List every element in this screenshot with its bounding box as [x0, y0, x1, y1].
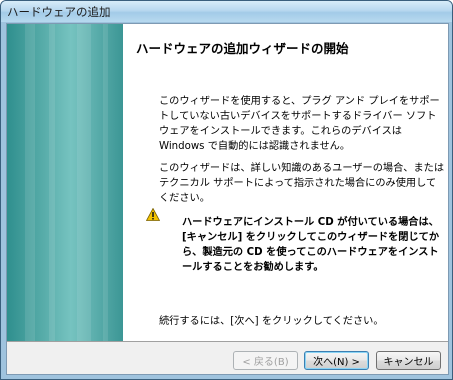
cd-install-warning: ハードウェアにインストール CD が付いている場合は、 [キャンセル] をクリッ… [182, 215, 442, 275]
continue-instruction: 続行するには、[次へ] をクリックしてください。 [159, 316, 384, 327]
next-button[interactable]: 次へ(N) > [304, 351, 369, 370]
wizard-content: ハードウェアの追加ウィザードの開始 このウィザードを使用すると、プラグ アンド … [123, 24, 448, 341]
warning-line: ハードウェアにインストール CD が付いている場合は、 [182, 217, 439, 228]
wizard-dialog: ハードウェアの追加ウィザードの開始 このウィザードを使用すると、プラグ アンド … [6, 23, 449, 375]
warning-line: ら、製造元の CD を使ってこのハードウェアをインスト [182, 247, 439, 258]
wizard-heading: ハードウェアの追加ウィザードの開始 [136, 41, 349, 56]
button-area-divider [7, 341, 448, 342]
wizard-side-banner [7, 24, 123, 341]
advanced-line: ください。 [159, 193, 210, 204]
intro-line: ウェアをインストールできます。これらのデバイスは [159, 126, 402, 137]
window-title: ハードウェアの追加 [7, 5, 111, 19]
title-bar[interactable]: ハードウェアの追加 [1, 1, 452, 22]
add-hardware-window: ハードウェアの追加 ハードウェアの追加ウィザードの開始 このウィザードを使用する… [0, 0, 453, 380]
cancel-button[interactable]: キャンセル [376, 351, 441, 370]
warning-line: [キャンセル] をクリックしてこのウィザードを閉じてか [182, 232, 440, 243]
warning-line: ールすることをお勧めします。 [182, 262, 324, 273]
warning-triangle-icon [146, 208, 160, 221]
intro-line: トしていない古いデバイスをサポートするドライバー ソフト [159, 111, 437, 122]
advanced-line: テクニカル サポートによって指示された場合にのみ使用して [159, 178, 437, 189]
advanced-line: このウィザードは、詳しい知識のあるユーザーの場合、または [159, 163, 445, 174]
advanced-user-paragraph: このウィザードは、詳しい知識のあるユーザーの場合、または テクニカル サポートに… [159, 161, 445, 206]
intro-paragraph: このウィザードを使用すると、プラグ アンド プレイをサポー トしていない古いデバ… [159, 94, 440, 154]
back-button[interactable]: < 戻る(B) [233, 351, 298, 370]
intro-line: Windows で自動的には認識されません。 [159, 141, 351, 152]
intro-line: このウィザードを使用すると、プラグ アンド プレイをサポー [159, 96, 440, 107]
